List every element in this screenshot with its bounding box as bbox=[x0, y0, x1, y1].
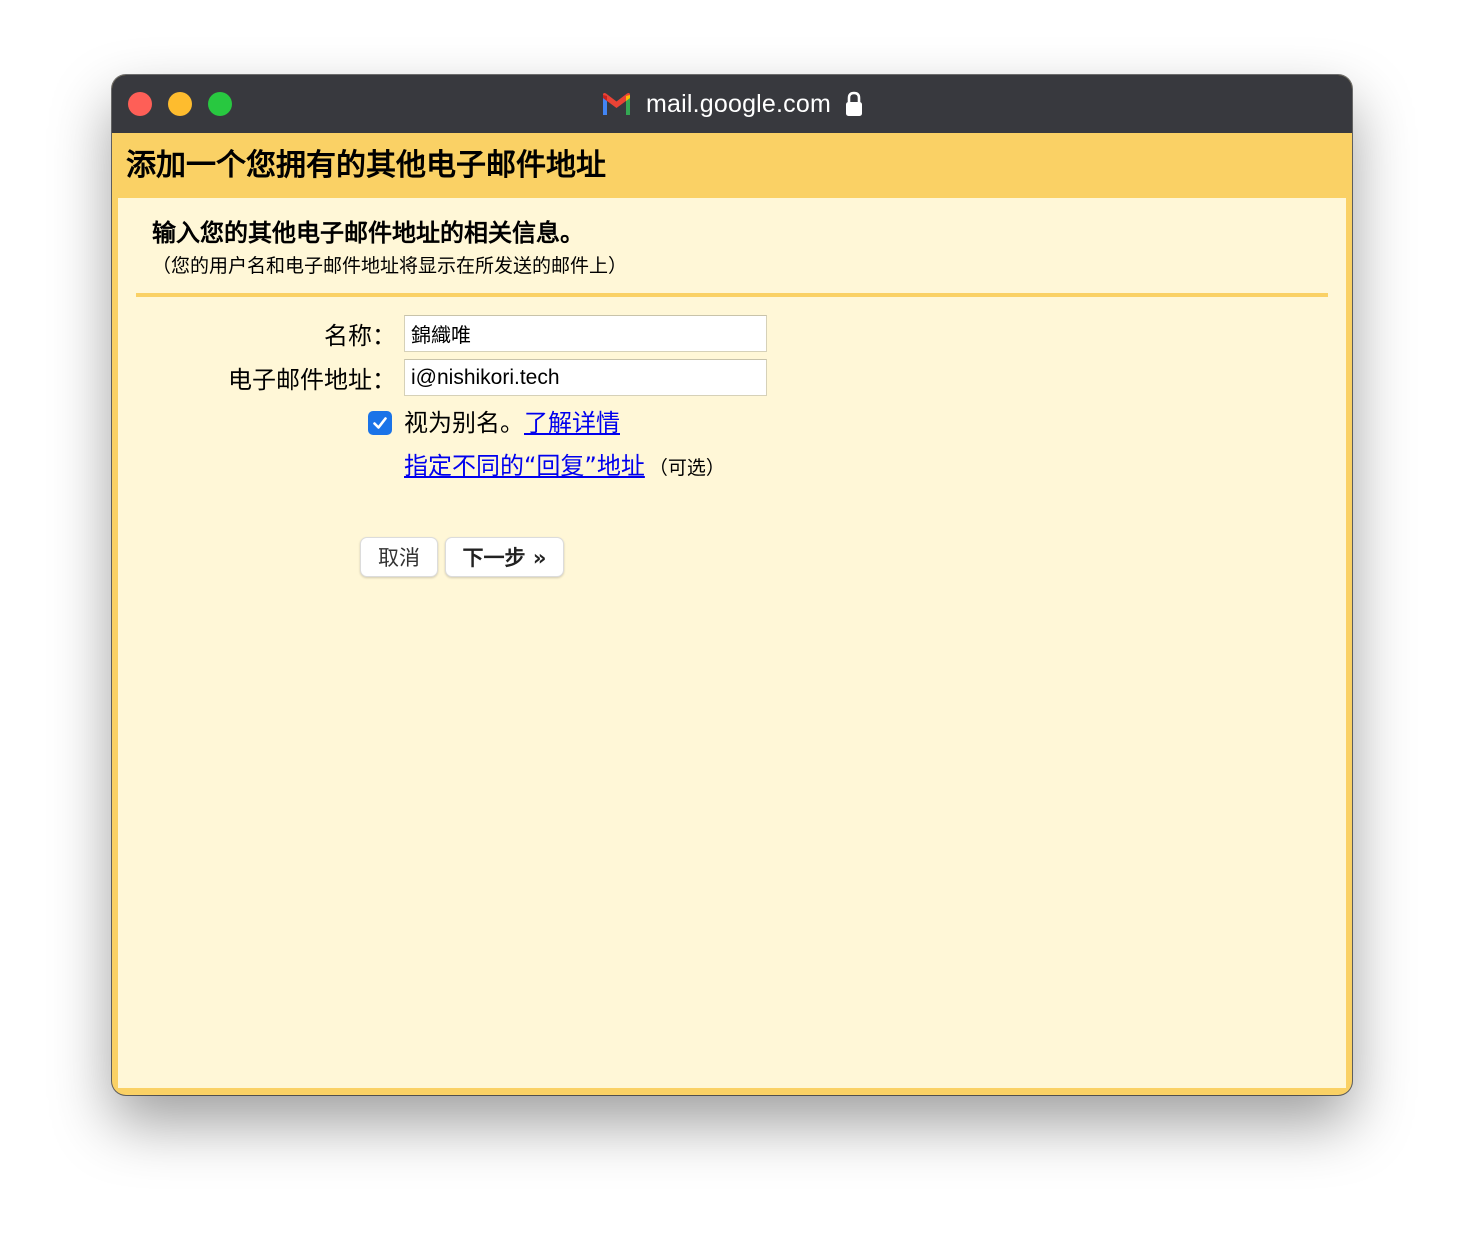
divider bbox=[136, 293, 1328, 297]
alias-row: 视为别名。 了解详情 bbox=[368, 407, 620, 439]
address-display: mail.google.com bbox=[112, 75, 1352, 133]
email-label: 电子邮件地址： bbox=[228, 366, 396, 394]
title-bar: mail.google.com bbox=[112, 75, 1352, 133]
reply-to-link[interactable]: 指定不同的“回复”地址 bbox=[404, 451, 645, 481]
browser-window: mail.google.com 添加一个您拥有的其他电子邮件地址 输入您的其他电… bbox=[112, 75, 1352, 1095]
dialog-subtitle: 输入您的其他电子邮件地址的相关信息。 bbox=[152, 219, 584, 247]
dialog-header: 添加一个您拥有的其他电子邮件地址 bbox=[112, 133, 1352, 198]
next-step-button[interactable]: 下一步 » bbox=[445, 537, 564, 577]
alias-checkbox[interactable] bbox=[368, 411, 392, 435]
email-input[interactable] bbox=[404, 359, 767, 396]
learn-more-link[interactable]: 了解详情 bbox=[524, 408, 620, 438]
reply-to-row: 指定不同的“回复”地址 （可选） bbox=[404, 451, 725, 481]
name-input[interactable] bbox=[404, 315, 767, 352]
url-text: mail.google.com bbox=[645, 89, 832, 118]
dialog-note: （您的用户名和电子邮件地址将显示在所发送的邮件上） bbox=[152, 255, 628, 277]
optional-label: （可选） bbox=[648, 457, 725, 479]
checkmark-icon bbox=[373, 417, 387, 429]
dialog-title: 添加一个您拥有的其他电子邮件地址 bbox=[126, 148, 606, 183]
gmail-icon bbox=[602, 93, 630, 115]
cancel-button[interactable]: 取消 bbox=[360, 537, 438, 577]
dialog-content: 输入您的其他电子邮件地址的相关信息。 （您的用户名和电子邮件地址将显示在所发送的… bbox=[118, 198, 1346, 1088]
name-label: 名称： bbox=[324, 322, 396, 350]
alias-label: 视为别名。 bbox=[404, 409, 524, 437]
lock-icon bbox=[846, 91, 863, 116]
